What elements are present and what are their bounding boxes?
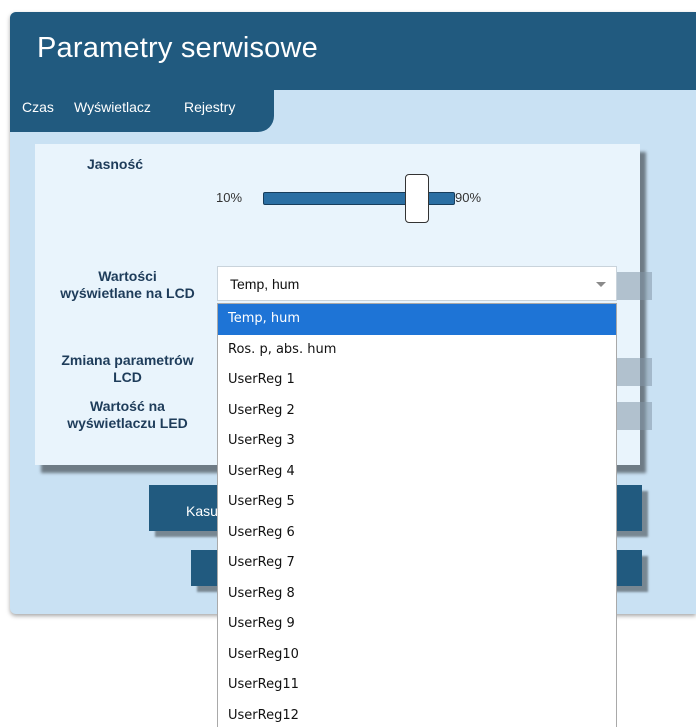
lcd-values-label-line2: wyświetlane na LCD — [60, 285, 195, 301]
lcd-values-select[interactable]: Temp, hum — [217, 266, 617, 301]
chevron-down-icon[interactable] — [596, 282, 606, 287]
tab-czas[interactable]: Czas — [22, 99, 54, 115]
dropdown-option-userreg-8[interactable]: UserReg 8 — [218, 579, 616, 610]
lcd-values-selected: Temp, hum — [230, 276, 300, 292]
field-shadow — [617, 272, 652, 300]
led-value-label-line1: Wartość na — [90, 398, 165, 414]
lcd-params-label-line1: Zmiana parametrów — [61, 352, 194, 368]
brightness-label: Jasność — [87, 156, 144, 172]
led-value-label: Wartość na wyświetlaczu LED — [35, 398, 220, 432]
brightness-min-label: 10% — [216, 190, 243, 205]
tab-rejestry[interactable]: Rejestry — [184, 99, 235, 115]
lcd-params-label-line2: LCD — [113, 369, 142, 385]
dropdown-option-userreg-10[interactable]: UserReg10 — [218, 640, 616, 671]
dropdown-option-userreg-7[interactable]: UserReg 7 — [218, 548, 616, 579]
brightness-max-label: 90% — [455, 190, 482, 205]
dropdown-option-userreg-12[interactable]: UserReg12 — [218, 701, 616, 727]
dropdown-option-userreg-1[interactable]: UserReg 1 — [218, 365, 616, 396]
field-shadow — [617, 358, 652, 386]
tab-wyswietlacz[interactable]: Wyświetlacz — [74, 99, 151, 115]
dropdown-option-temp-hum[interactable]: Temp, hum — [218, 304, 616, 335]
header-bar: Parametry serwisowe — [10, 12, 696, 90]
dropdown-option-userreg-9[interactable]: UserReg 9 — [218, 609, 616, 640]
dropdown-option-userreg-2[interactable]: UserReg 2 — [218, 396, 616, 427]
dropdown-option-userreg-6[interactable]: UserReg 6 — [218, 518, 616, 549]
dropdown-option-userreg-5[interactable]: UserReg 5 — [218, 487, 616, 518]
led-value-label-line2: wyświetlaczu LED — [67, 415, 188, 431]
dropdown-option-userreg-4[interactable]: UserReg 4 — [218, 457, 616, 488]
reset-button-label: Kasu — [186, 503, 218, 519]
page-title: Parametry serwisowe — [37, 32, 318, 64]
dropdown-option-ros-abs-hum[interactable]: Ros. p, abs. hum — [218, 335, 616, 366]
lcd-values-label-line1: Wartości — [98, 268, 157, 284]
dropdown-option-userreg-11[interactable]: UserReg11 — [218, 670, 616, 701]
dropdown-option-userreg-3[interactable]: UserReg 3 — [218, 426, 616, 457]
brightness-slider-thumb[interactable] — [404, 174, 429, 223]
lcd-values-dropdown-list[interactable]: Temp, hum Ros. p, abs. hum UserReg 1 Use… — [217, 303, 617, 727]
lcd-values-label: Wartości wyświetlane na LCD — [35, 268, 220, 302]
tab-bar: Czas Wyświetlacz Rejestry — [10, 90, 274, 132]
lcd-params-label: Zmiana parametrów LCD — [35, 352, 220, 386]
field-shadow — [617, 402, 652, 430]
